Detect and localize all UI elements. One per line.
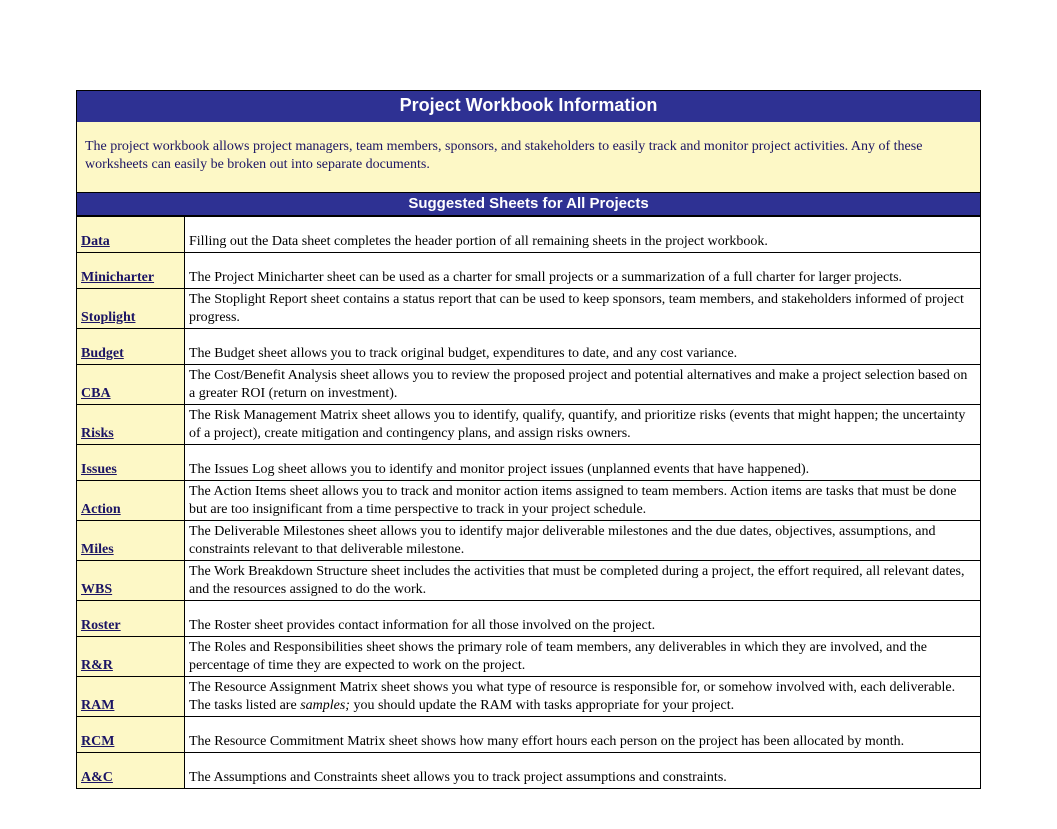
table-row: R&RThe Roles and Responsibilities sheet …: [77, 637, 981, 677]
table-row: IssuesThe Issues Log sheet allows you to…: [77, 445, 981, 481]
sheet-link[interactable]: Budget: [77, 329, 185, 365]
sheet-description: The Cost/Benefit Analysis sheet allows y…: [185, 365, 981, 405]
sheet-description: The Risk Management Matrix sheet allows …: [185, 405, 981, 445]
table-row: StoplightThe Stoplight Report sheet cont…: [77, 289, 981, 329]
sheet-description: The Deliverable Milestones sheet allows …: [185, 521, 981, 561]
sheet-description: The Resource Assignment Matrix sheet sho…: [185, 677, 981, 717]
table-row: RCMThe Resource Commitment Matrix sheet …: [77, 717, 981, 753]
sheet-link[interactable]: CBA: [77, 365, 185, 405]
page-title: Project Workbook Information: [76, 90, 981, 122]
sheet-link[interactable]: Action: [77, 481, 185, 521]
table-row: MinicharterThe Project Minicharter sheet…: [77, 253, 981, 289]
sheet-link[interactable]: Miles: [77, 521, 185, 561]
sheet-link[interactable]: A&C: [77, 753, 185, 789]
sheet-description: Filling out the Data sheet completes the…: [185, 217, 981, 253]
sheet-description: The Assumptions and Constraints sheet al…: [185, 753, 981, 789]
sheet-link[interactable]: WBS: [77, 561, 185, 601]
intro-text: The project workbook allows project mana…: [76, 122, 981, 192]
sheet-description: The Roles and Responsibilities sheet sho…: [185, 637, 981, 677]
table-row: MilesThe Deliverable Milestones sheet al…: [77, 521, 981, 561]
sheets-table: DataFilling out the Data sheet completes…: [76, 216, 981, 789]
sheet-description: The Roster sheet provides contact inform…: [185, 601, 981, 637]
sheet-link[interactable]: Issues: [77, 445, 185, 481]
table-row: BudgetThe Budget sheet allows you to tra…: [77, 329, 981, 365]
table-row: A&CThe Assumptions and Constraints sheet…: [77, 753, 981, 789]
sheet-description: The Project Minicharter sheet can be use…: [185, 253, 981, 289]
sheet-link[interactable]: Data: [77, 217, 185, 253]
sheet-description: The Action Items sheet allows you to tra…: [185, 481, 981, 521]
sheet-description: The Budget sheet allows you to track ori…: [185, 329, 981, 365]
sheet-description: The Issues Log sheet allows you to ident…: [185, 445, 981, 481]
table-row: WBSThe Work Breakdown Structure sheet in…: [77, 561, 981, 601]
page: Project Workbook Information The project…: [0, 0, 1057, 829]
sheet-description: The Stoplight Report sheet contains a st…: [185, 289, 981, 329]
sheet-link[interactable]: Roster: [77, 601, 185, 637]
sheet-link[interactable]: R&R: [77, 637, 185, 677]
table-row: RAMThe Resource Assignment Matrix sheet …: [77, 677, 981, 717]
sheet-description: The Work Breakdown Structure sheet inclu…: [185, 561, 981, 601]
table-row: RosterThe Roster sheet provides contact …: [77, 601, 981, 637]
sheet-link[interactable]: Minicharter: [77, 253, 185, 289]
sheet-description: The Resource Commitment Matrix sheet sho…: [185, 717, 981, 753]
sheet-link[interactable]: Stoplight: [77, 289, 185, 329]
sheet-link[interactable]: RCM: [77, 717, 185, 753]
table-row: ActionThe Action Items sheet allows you …: [77, 481, 981, 521]
table-row: CBAThe Cost/Benefit Analysis sheet allow…: [77, 365, 981, 405]
sheet-link[interactable]: Risks: [77, 405, 185, 445]
table-row: DataFilling out the Data sheet completes…: [77, 217, 981, 253]
sheet-link[interactable]: RAM: [77, 677, 185, 717]
table-row: RisksThe Risk Management Matrix sheet al…: [77, 405, 981, 445]
section-title: Suggested Sheets for All Projects: [76, 192, 981, 216]
